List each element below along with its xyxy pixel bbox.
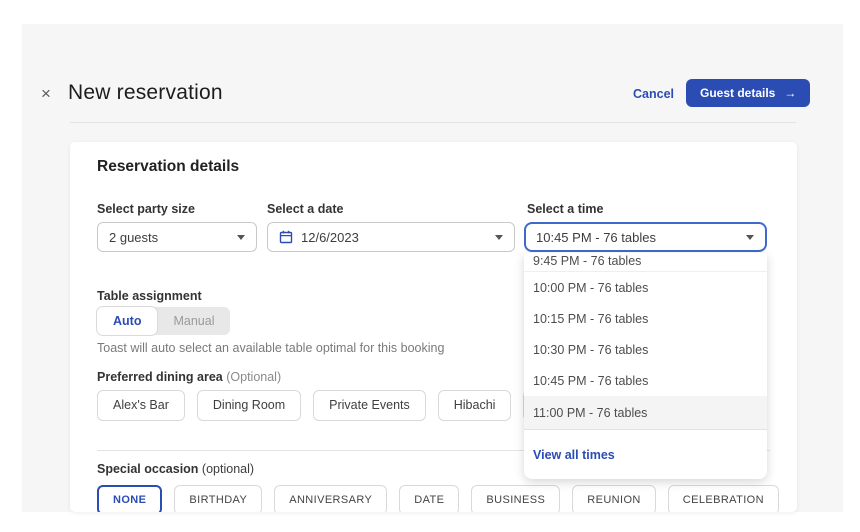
occasion-options: NONE BIRTHDAY ANNIVERSARY DATE BUSINESS … bbox=[97, 485, 779, 512]
header-divider bbox=[70, 122, 796, 123]
time-dropdown-footer: View all times bbox=[524, 430, 767, 479]
time-option[interactable]: 10:00 PM - 76 tables bbox=[524, 272, 767, 303]
time-value: 10:45 PM - 76 tables bbox=[536, 230, 656, 245]
dining-area-chip[interactable]: Alex's Bar bbox=[97, 390, 185, 421]
table-assignment-toggle: Auto Manual bbox=[97, 307, 230, 335]
section-title: Reservation details bbox=[97, 158, 239, 176]
chevron-down-icon bbox=[495, 235, 503, 240]
chevron-down-icon bbox=[237, 235, 245, 240]
time-option[interactable]: 10:15 PM - 76 tables bbox=[524, 303, 767, 334]
occasion-chip[interactable]: ANNIVERSARY bbox=[274, 485, 387, 512]
toggle-auto[interactable]: Auto bbox=[97, 307, 157, 335]
occasion-chip[interactable]: REUNION bbox=[572, 485, 656, 512]
time-option-highlighted[interactable]: 11:00 PM - 76 tables bbox=[524, 396, 767, 430]
occasion-label: Special occasion (optional) bbox=[97, 462, 254, 476]
table-assignment-label: Table assignment bbox=[97, 289, 202, 303]
calendar-icon bbox=[279, 230, 293, 244]
close-icon[interactable]: × bbox=[36, 84, 56, 104]
dining-area-chip[interactable]: Private Events bbox=[313, 390, 426, 421]
page-title: New reservation bbox=[68, 81, 223, 105]
date-label: Select a date bbox=[267, 202, 343, 216]
dining-area-label: Preferred dining area (Optional) bbox=[97, 370, 281, 384]
guest-details-label: Guest details bbox=[700, 86, 775, 100]
occasion-label-text: Special occasion bbox=[97, 462, 198, 476]
occasion-chip[interactable]: BUSINESS bbox=[471, 485, 560, 512]
occasion-chip-none[interactable]: NONE bbox=[97, 485, 162, 512]
cancel-button[interactable]: Cancel bbox=[633, 87, 674, 101]
occasion-chip[interactable]: DATE bbox=[399, 485, 459, 512]
time-dropdown-menu: 9:45 PM - 76 tables 10:00 PM - 76 tables… bbox=[524, 253, 767, 479]
occasion-chip[interactable]: CELEBRATION bbox=[668, 485, 779, 512]
party-size-label: Select party size bbox=[97, 202, 195, 216]
time-select[interactable]: 10:45 PM - 76 tables bbox=[524, 222, 767, 252]
toggle-manual[interactable]: Manual bbox=[157, 307, 230, 335]
time-option[interactable]: 9:45 PM - 76 tables bbox=[524, 253, 767, 272]
time-label: Select a time bbox=[527, 202, 603, 216]
party-size-value: 2 guests bbox=[109, 230, 158, 245]
occasion-chip[interactable]: BIRTHDAY bbox=[174, 485, 262, 512]
dining-area-chip[interactable]: Dining Room bbox=[197, 390, 301, 421]
dining-area-chip[interactable]: Hibachi bbox=[438, 390, 512, 421]
date-value: 12/6/2023 bbox=[301, 230, 359, 245]
table-assignment-helper-text: Toast will auto select an available tabl… bbox=[97, 341, 444, 355]
guest-details-button[interactable]: Guest details → bbox=[686, 79, 810, 107]
time-option[interactable]: 10:45 PM - 76 tables bbox=[524, 365, 767, 396]
party-size-select[interactable]: 2 guests bbox=[97, 222, 257, 252]
dining-area-optional-note: (Optional) bbox=[226, 370, 281, 384]
occasion-optional-note: (optional) bbox=[202, 462, 254, 476]
dining-area-label-text: Preferred dining area bbox=[97, 370, 223, 384]
view-all-times-link[interactable]: View all times bbox=[533, 448, 615, 462]
chevron-down-icon bbox=[746, 235, 754, 240]
time-option[interactable]: 10:30 PM - 76 tables bbox=[524, 334, 767, 365]
new-reservation-modal: × New reservation Cancel Guest details →… bbox=[0, 0, 860, 532]
date-select[interactable]: 12/6/2023 bbox=[267, 222, 515, 252]
arrow-right-icon: → bbox=[784, 86, 796, 100]
